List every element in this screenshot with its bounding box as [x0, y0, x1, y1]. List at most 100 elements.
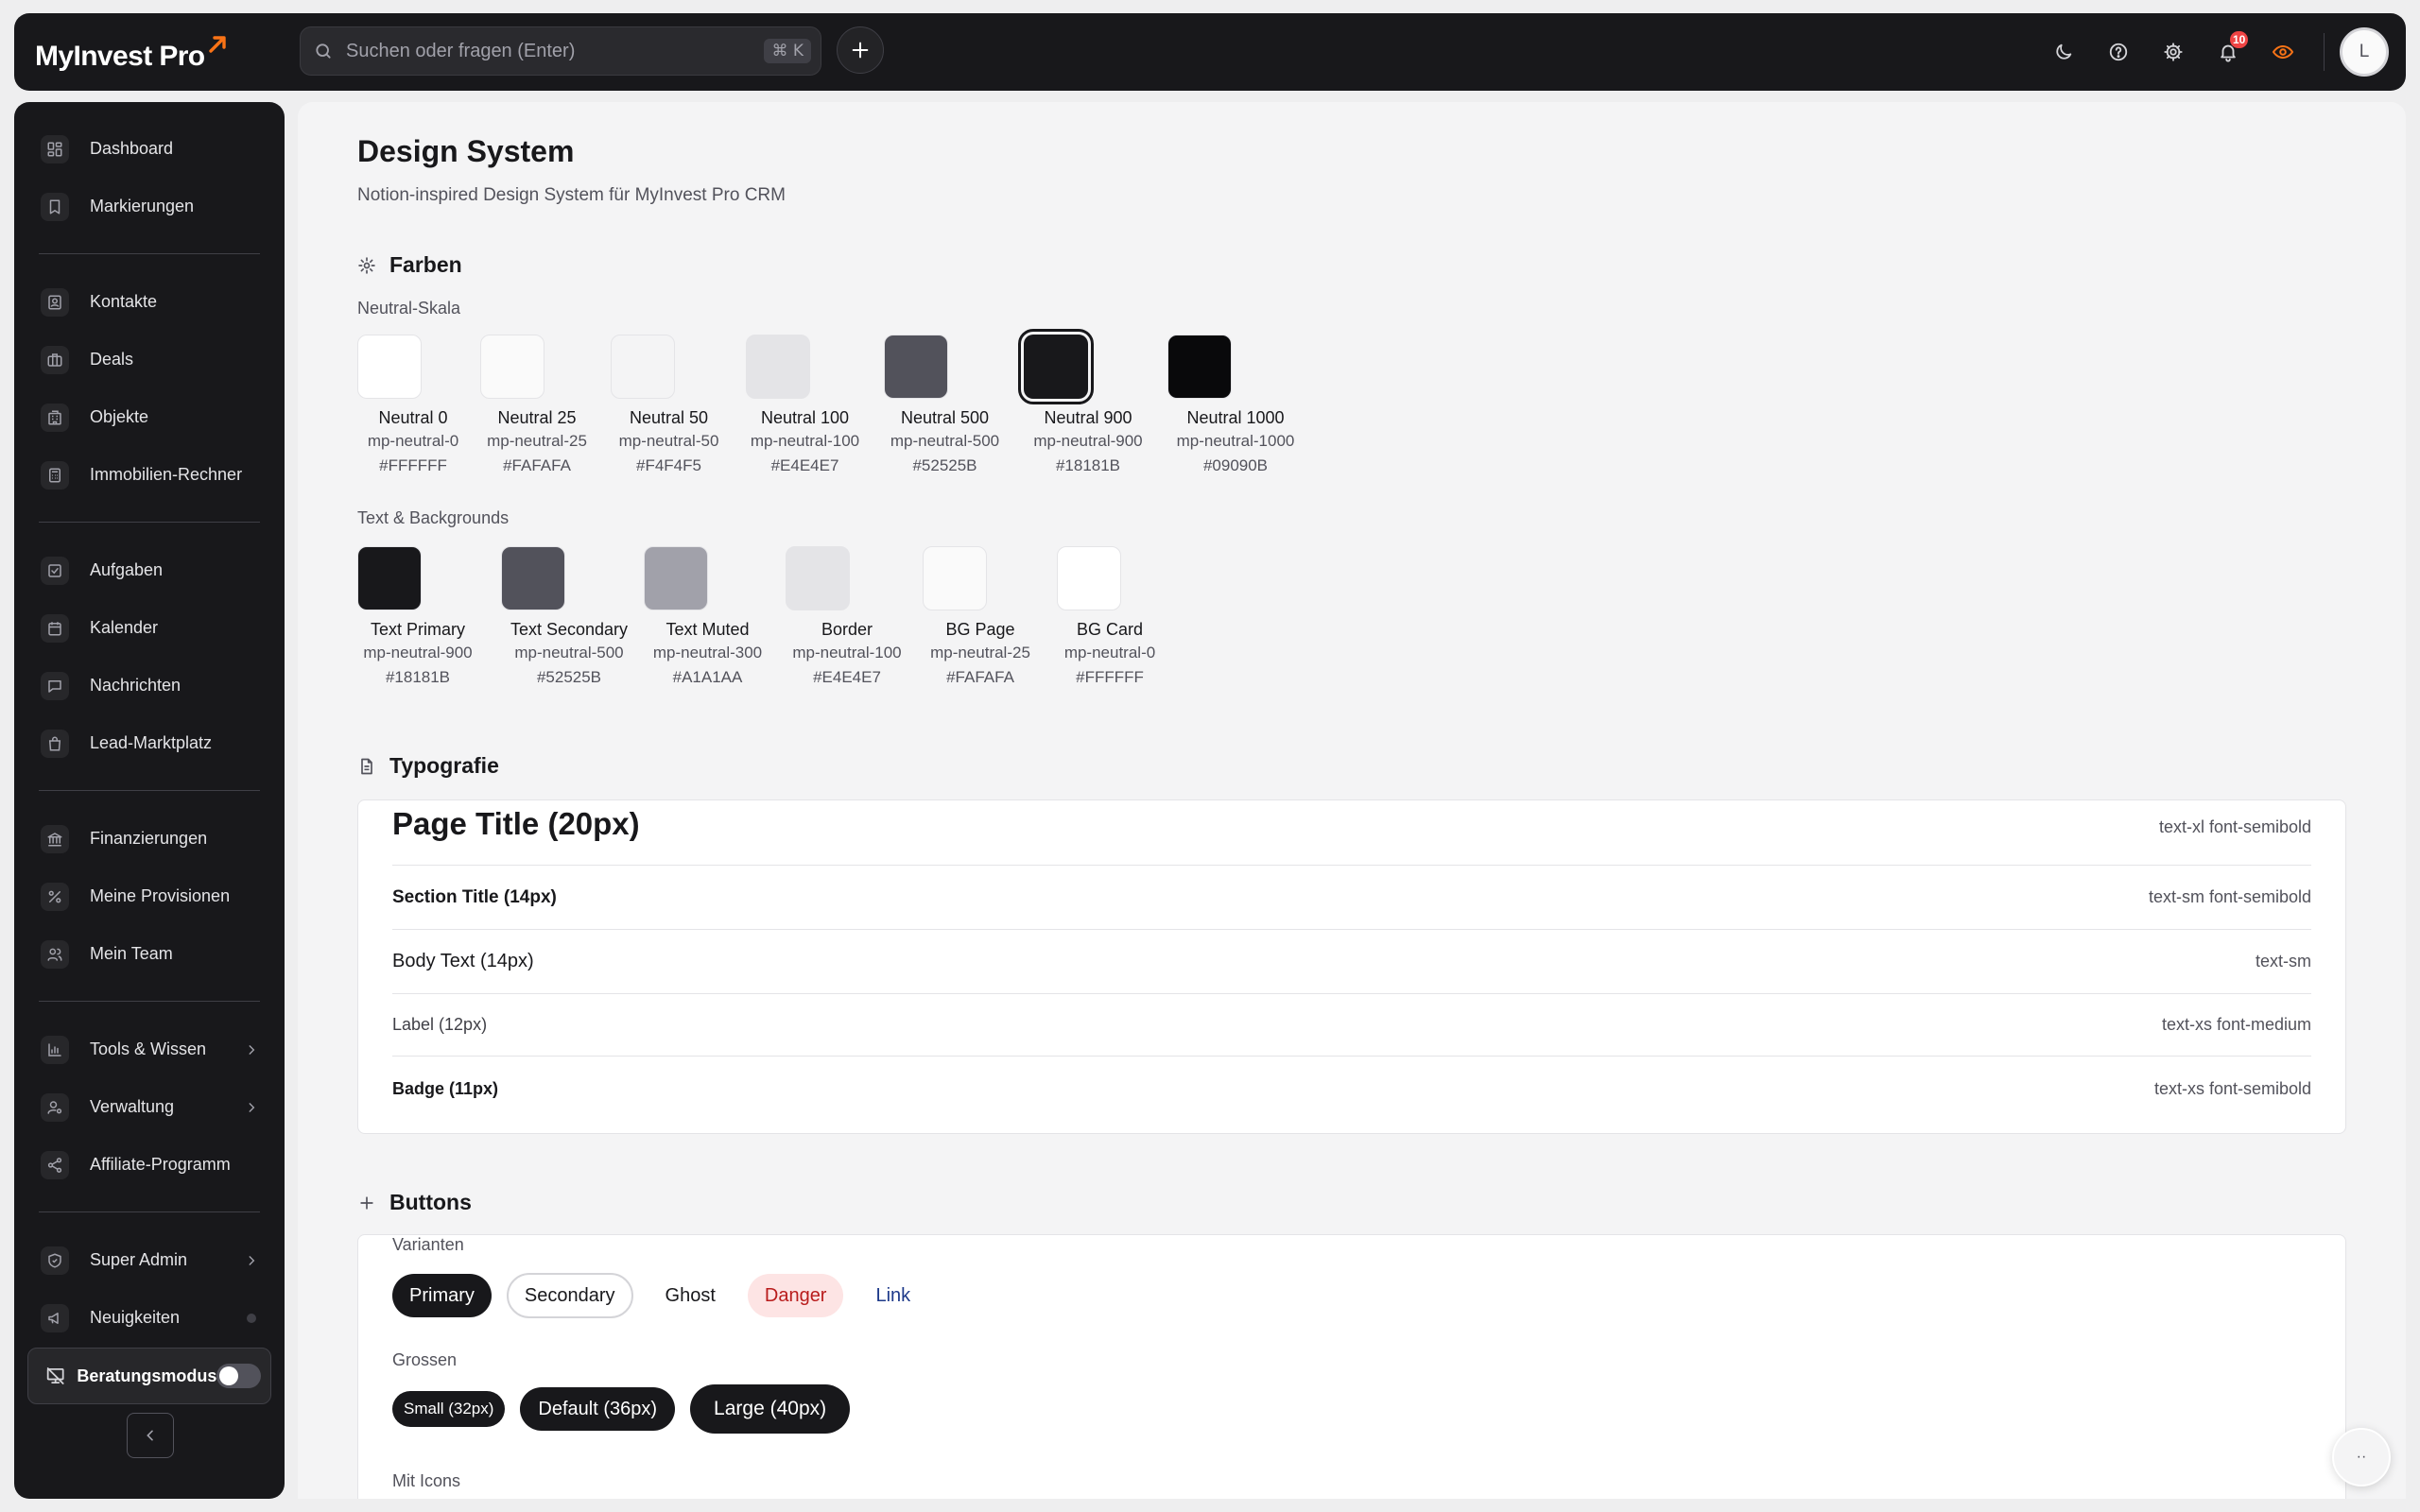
search-bar[interactable]: ⌘ K [300, 26, 821, 76]
collapse-sidebar-button[interactable] [127, 1413, 174, 1458]
consult-mode-toggle[interactable]: Beratungsmodus [27, 1348, 271, 1404]
dashboard-icon [41, 134, 69, 163]
sidebar-item-kalender[interactable]: Kalender [39, 599, 260, 657]
search-input[interactable] [346, 40, 765, 62]
color-swatch[interactable]: Border mp-neutral-100 #E4E4E7 [786, 546, 908, 690]
consult-mode-switch[interactable] [216, 1364, 261, 1388]
swatch-name: Text Secondary [510, 620, 629, 639]
sidebar-item-label: Deals [90, 350, 134, 369]
help-chat-button[interactable]: ·· [2332, 1428, 2391, 1486]
swatch-info: Neutral 900 mp-neutral-900 #18181B [1024, 399, 1152, 478]
search-shortcut-badge: ⌘ K [764, 39, 811, 63]
sidebar-group-crm: Kontakte Deals Objekte Immobilien-Rechne… [14, 273, 285, 504]
dark-mode-button[interactable] [2036, 25, 2091, 79]
sidebar-item-neuigkeiten[interactable]: Neuigkeiten [39, 1289, 260, 1347]
sidebar-item-immobilien-rechner[interactable]: Immobilien-Rechner [39, 446, 260, 504]
sidebar-item-label: Verwaltung [90, 1097, 175, 1116]
sidebar-item-label: Objekte [90, 407, 149, 426]
sidebar-item-lead-marktplatz[interactable]: Lead-Marktplatz [39, 714, 260, 772]
swatch-color [480, 335, 544, 399]
section-title: Buttons [389, 1190, 472, 1214]
sidebar-item-label: Dashboard [90, 139, 174, 158]
color-swatch[interactable]: BG Card mp-neutral-0 #FFFFFF [1057, 546, 1163, 690]
swatch-token: mp-neutral-25 [930, 644, 1030, 662]
swatch-info: Neutral 100 mp-neutral-100 #E4E4E7 [739, 399, 871, 478]
sidebar-item-deals[interactable]: Deals [39, 331, 260, 388]
checkbox-icon [41, 556, 69, 585]
sidebar-group-main: Dashboard Markierungen [14, 120, 285, 235]
user-avatar[interactable]: L [2340, 27, 2389, 77]
color-swatch[interactable]: Neutral 1000 mp-neutral-1000 #09090B [1167, 335, 1304, 478]
sidebar-item-label: Super Admin [90, 1250, 188, 1269]
small-button[interactable]: Small (32px) [392, 1391, 506, 1427]
swatch-color [923, 546, 987, 610]
color-swatch[interactable]: Neutral 50 mp-neutral-50 #F4F4F5 [610, 335, 728, 478]
sidebar-item-aufgaben[interactable]: Aufgaben [39, 541, 260, 599]
link-button[interactable]: Link [858, 1274, 927, 1317]
swatch-info: Border mp-neutral-100 #E4E4E7 [786, 610, 908, 690]
notifications-button[interactable]: 10 [2201, 25, 2256, 79]
color-swatch[interactable]: Text Primary mp-neutral-900 #18181B [357, 546, 478, 690]
color-swatch[interactable]: Text Muted mp-neutral-300 #A1A1AA [644, 546, 771, 690]
help-button[interactable] [2091, 25, 2146, 79]
swatch-name: Neutral 900 [1044, 408, 1132, 427]
monitor-off-icon [46, 1367, 64, 1384]
sidebar-divider [39, 790, 260, 791]
sidebar-item-affiliate-programm[interactable]: Affiliate-Programm [39, 1136, 260, 1194]
ghost-button[interactable]: Ghost [648, 1274, 733, 1317]
typo-sample-page-title: Page Title (20px) [392, 806, 640, 841]
top-bar: MyInvest Pro ⌘ K 10 L [14, 13, 2406, 91]
primary-button[interactable]: Primary [392, 1274, 492, 1317]
sidebar-item-label: Finanzierungen [90, 829, 208, 848]
swatch-color [644, 546, 708, 610]
calendar-icon [41, 613, 69, 643]
color-swatch[interactable]: BG Page mp-neutral-25 #FAFAFA [923, 546, 1038, 690]
sidebar-item-markierungen[interactable]: Markierungen [39, 178, 260, 235]
default-button[interactable]: Default (36px) [520, 1387, 676, 1431]
chevron-right-icon [249, 1255, 255, 1265]
typography-row: Body Text (14px) text-sm [392, 930, 2311, 994]
sidebar-item-kontakte[interactable]: Kontakte [39, 273, 260, 331]
typography-card: Page Title (20px) text-xl font-semibold … [357, 799, 2346, 1134]
typo-class-label: text-sm [2255, 952, 2311, 971]
danger-button[interactable]: Danger [747, 1274, 844, 1317]
sidebar-group-tools: Tools & Wissen Verwaltung Affiliate-Prog… [14, 1021, 285, 1194]
calculator-icon [41, 460, 69, 490]
sidebar-divider [39, 522, 260, 523]
large-button[interactable]: Large (40px) [690, 1384, 851, 1434]
swatch-color [501, 546, 565, 610]
color-swatch[interactable]: Neutral 0 mp-neutral-0 #FFFFFF [357, 335, 469, 478]
visibility-button[interactable] [2256, 25, 2310, 79]
typo-class-label: text-xs font-semibold [2153, 1078, 2311, 1098]
typography-row: Badge (11px) text-xs font-semibold [392, 1057, 2311, 1121]
secondary-button[interactable]: Secondary [506, 1273, 633, 1318]
color-swatch[interactable]: Neutral 100 mp-neutral-100 #E4E4E7 [739, 335, 871, 478]
app-logo[interactable]: MyInvest Pro [35, 34, 228, 72]
sidebar-item-dashboard[interactable]: Dashboard [39, 120, 260, 178]
swatch-info: Neutral 25 mp-neutral-25 #FAFAFA [478, 399, 596, 478]
sidebar-item-finanzierungen[interactable]: Finanzierungen [39, 810, 260, 868]
color-swatch[interactable]: Neutral 500 mp-neutral-500 #52525B [881, 335, 1009, 478]
sidebar-group-finance: Finanzierungen Meine Provisionen Mein Te… [14, 810, 285, 983]
color-swatch[interactable]: Neutral 25 mp-neutral-25 #FAFAFA [478, 335, 596, 478]
swatch-color [357, 335, 422, 399]
swatch-color [1167, 335, 1232, 399]
color-swatch[interactable]: Neutral 900 mp-neutral-900 #18181B [1018, 329, 1152, 478]
section-typography-heading: Typografie [357, 753, 499, 779]
swatch-info: Neutral 50 mp-neutral-50 #F4F4F5 [610, 399, 728, 478]
sidebar-item-nachrichten[interactable]: Nachrichten [39, 657, 260, 714]
sidebar-item-super-admin[interactable]: Super Admin [39, 1231, 260, 1289]
sidebar-item-mein-team[interactable]: Mein Team [39, 925, 260, 983]
sidebar-item-objekte[interactable]: Objekte [39, 388, 260, 446]
sidebar: Dashboard Markierungen Kontakte Deals Ob… [14, 102, 285, 1499]
color-swatch[interactable]: Text Secondary mp-neutral-500 #52525B [501, 546, 637, 690]
quick-add-button[interactable] [837, 26, 884, 74]
sidebar-item-meine-provisionen[interactable]: Meine Provisionen [39, 868, 260, 925]
sidebar-item-verwaltung[interactable]: Verwaltung [39, 1078, 260, 1136]
settings-button[interactable] [2146, 25, 2201, 79]
sidebar-item-label: Aufgaben [90, 560, 164, 579]
sidebar-item-tools-wissen[interactable]: Tools & Wissen [39, 1021, 260, 1078]
sidebar-divider [39, 1001, 260, 1002]
bar-chart-icon [41, 1035, 69, 1064]
sidebar-divider [39, 1211, 260, 1212]
